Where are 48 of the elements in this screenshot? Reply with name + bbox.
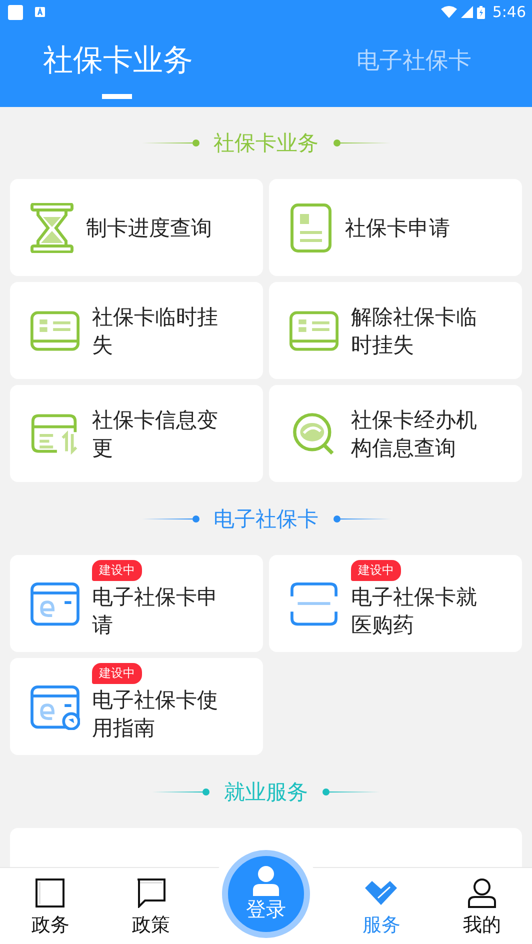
service-label: 解除社保卡临时挂失 — [351, 304, 478, 358]
divider-dot-icon — [142, 514, 200, 522]
service-card[interactable]: 社保卡信息变更 — [10, 385, 263, 482]
section-title: 电子社保卡 — [214, 506, 318, 532]
nav-tab[interactable]: 政策 — [100, 878, 201, 944]
nav-tab[interactable]: 我的 — [432, 878, 532, 944]
signal-icon — [461, 6, 474, 18]
person-icon — [252, 866, 280, 896]
service-card[interactable]: 建设中 电子社保卡就医购药 — [269, 555, 522, 652]
service-card[interactable]: 社保卡申请 — [269, 179, 522, 276]
service-card[interactable]: 解除社保卡临时挂失 — [269, 282, 522, 379]
square-icon — [35, 878, 66, 908]
service-label: 电子社保卡申请 — [92, 584, 219, 639]
nav-tab[interactable]: 政务 — [0, 878, 100, 944]
chat-icon — [136, 878, 166, 908]
status-time: 5:46 — [492, 3, 526, 21]
service-card[interactable]: 制卡进度查询 — [10, 179, 263, 276]
e-card-icon — [30, 684, 80, 730]
service-label: 制卡进度查询 — [86, 214, 212, 242]
section-title: 就业服务 — [224, 778, 308, 806]
battery-icon — [477, 6, 486, 18]
divider-dot-icon — [322, 788, 380, 796]
service-label: 社保卡经办机构信息查询 — [351, 406, 478, 462]
status-badge: 建设中 — [351, 560, 401, 581]
service-label: 电子社保卡就医购药 — [351, 584, 478, 639]
service-label: 社保卡临时挂失 — [92, 304, 219, 358]
service-label: 电子社保卡使用指南 — [92, 687, 219, 742]
notification-icon — [8, 4, 23, 20]
document-icon — [289, 202, 333, 252]
status-badge: 建设中 — [92, 560, 142, 581]
service-card[interactable]: 社保卡临时挂失 — [10, 282, 263, 379]
app-notification-icon — [35, 7, 45, 17]
e-card-icon — [30, 580, 80, 626]
divider-dot-icon — [332, 514, 390, 522]
person-icon — [466, 878, 497, 908]
divider-dot-icon — [142, 139, 200, 147]
status-badge: 建设中 — [92, 663, 142, 684]
service-card[interactable]: 社保卡经办机构信息查询 — [269, 385, 522, 482]
divider-dot-icon — [332, 139, 390, 147]
divider-dot-icon — [152, 788, 210, 796]
hourglass-icon — [30, 202, 74, 252]
wifi-icon — [441, 6, 458, 18]
scan-icon — [289, 580, 339, 626]
service-card[interactable]: 建设中 电子社保卡使用指南 — [10, 658, 263, 755]
service-label: 社保卡信息变更 — [92, 406, 219, 462]
section-title: 社保卡业务 — [214, 130, 318, 157]
service-card[interactable]: 建设中 电子社保卡申请 — [10, 555, 263, 652]
service-label: 社保卡申请 — [345, 214, 450, 242]
